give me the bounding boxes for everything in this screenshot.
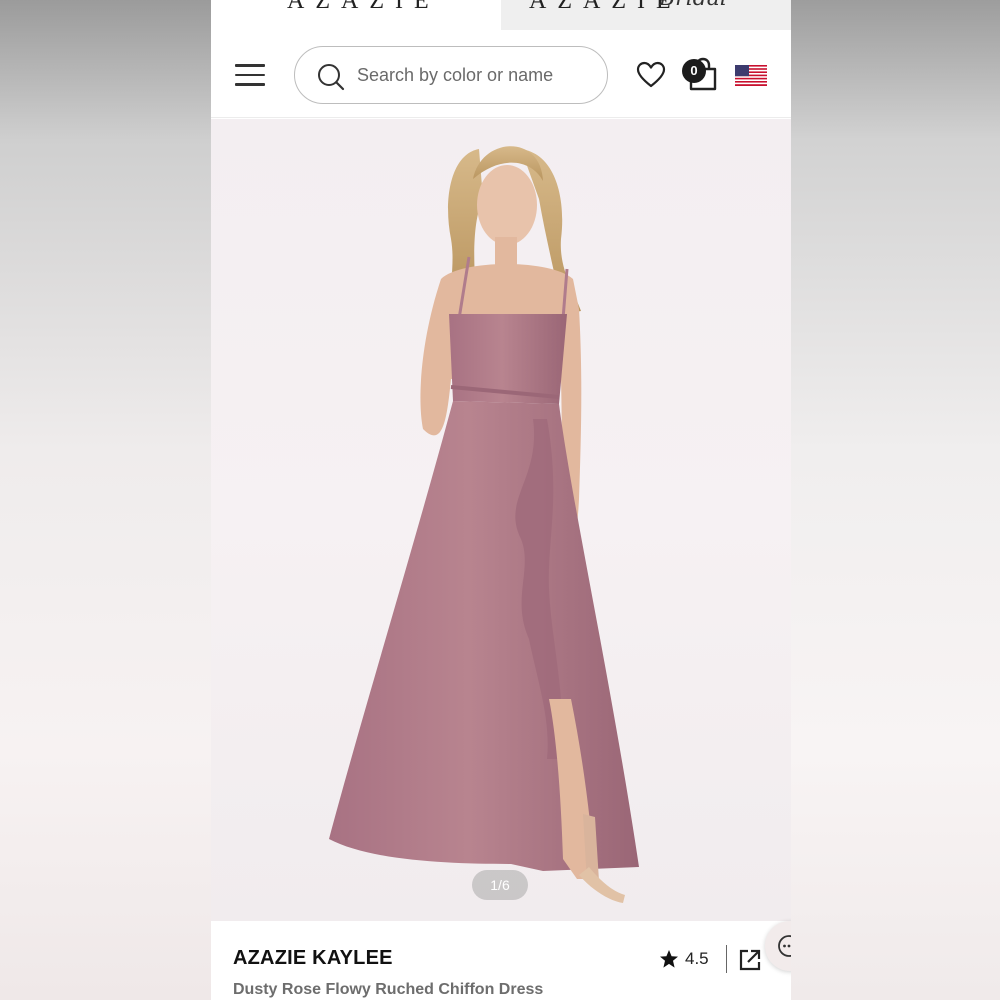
azazie-logo: AZAZIE: [287, 0, 440, 14]
phone-screen: AZAZIE AZAZIE Bridal 0: [211, 0, 791, 1000]
image-counter: 1/6: [472, 870, 528, 900]
us-flag-icon[interactable]: [735, 65, 767, 86]
search-bar[interactable]: [294, 46, 608, 104]
menu-icon[interactable]: [235, 64, 265, 86]
rating[interactable]: 4.5: [655, 945, 727, 973]
site-header: 0: [211, 30, 791, 118]
product-name: AZAZIE KAYLEE: [233, 947, 393, 969]
heart-icon[interactable]: [636, 60, 666, 90]
right-backdrop: [791, 0, 1000, 1000]
chat-icon: [778, 935, 791, 957]
product-image[interactable]: 1/6: [211, 119, 791, 921]
product-info: AZAZIE KAYLEE Dusty Rose Flowy Ruched Ch…: [211, 921, 791, 1000]
product-subtitle: Dusty Rose Flowy Ruched Chiffon Dress: [233, 981, 544, 998]
search-input[interactable]: [357, 55, 587, 95]
brand-tab-bar: AZAZIE AZAZIE Bridal: [211, 0, 791, 30]
share-icon[interactable]: [738, 948, 762, 972]
rating-value: 4.5: [685, 949, 709, 968]
tab-azazie[interactable]: AZAZIE: [211, 0, 501, 30]
tab-azazie-bridal[interactable]: AZAZIE Bridal: [501, 0, 791, 30]
model-illustration: [329, 146, 639, 903]
left-backdrop: [0, 0, 211, 1000]
cart-count-badge: 0: [682, 59, 706, 83]
star-icon: [660, 950, 678, 968]
search-icon[interactable]: [317, 63, 345, 91]
bridal-script-logo: Bridal: [659, 0, 727, 11]
chat-button[interactable]: [765, 921, 791, 971]
